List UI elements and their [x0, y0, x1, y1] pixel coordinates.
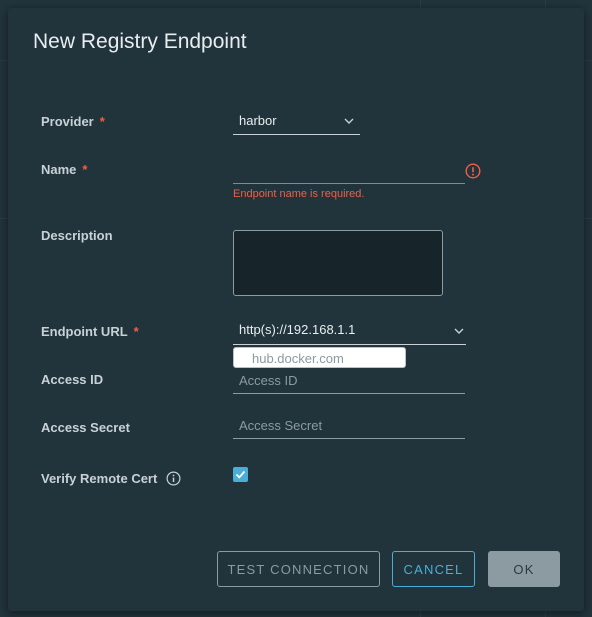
name-input[interactable]: [233, 158, 465, 184]
ok-button[interactable]: OK: [488, 551, 560, 587]
name-label: Name *: [41, 162, 87, 177]
access-id-label-text: Access ID: [41, 372, 104, 387]
name-label-text: Name: [41, 162, 77, 177]
provider-select[interactable]: harbor: [233, 109, 360, 135]
description-label: Description: [41, 228, 113, 243]
verify-cert-label-text: Verify Remote Cert: [41, 471, 158, 486]
test-connection-button[interactable]: TEST CONNECTION: [217, 551, 380, 587]
verify-cert-checkbox[interactable]: [233, 467, 248, 482]
description-textarea[interactable]: [233, 230, 443, 296]
provider-label-text: Provider: [41, 114, 94, 129]
access-id-input[interactable]: [233, 368, 465, 394]
modal-title: New Registry Endpoint: [33, 30, 247, 53]
endpoint-url-combobox[interactable]: http(s)://192.168.1.1: [233, 318, 466, 345]
access-secret-label: Access Secret: [41, 420, 130, 435]
info-circle-icon[interactable]: [166, 471, 181, 486]
checkmark-icon: [235, 470, 246, 479]
provider-label: Provider *: [41, 114, 105, 129]
verify-cert-label: Verify Remote Cert: [41, 471, 157, 486]
endpoint-url-label: Endpoint URL *: [41, 324, 139, 339]
access-secret-input[interactable]: [233, 413, 465, 439]
provider-select-value: harbor: [239, 113, 277, 128]
chevron-down-icon: [344, 118, 354, 124]
chevron-down-icon[interactable]: [452, 324, 466, 338]
access-secret-label-text: Access Secret: [41, 420, 130, 435]
required-mark: *: [82, 162, 88, 177]
required-mark: *: [133, 324, 139, 339]
endpoint-url-label-text: Endpoint URL: [41, 324, 128, 339]
access-id-label: Access ID: [41, 372, 103, 387]
endpoint-url-value: http(s)://192.168.1.1: [239, 322, 356, 337]
required-mark: *: [99, 114, 105, 129]
endpoint-url-suggestion[interactable]: hub.docker.com: [233, 347, 406, 368]
cancel-button[interactable]: CANCEL: [392, 551, 475, 587]
name-error-message: Endpoint name is required.: [233, 188, 365, 200]
description-label-text: Description: [41, 228, 113, 243]
new-registry-endpoint-modal: New Registry Endpoint Provider * harbor N…: [8, 8, 584, 611]
exclamation-circle-icon: [465, 163, 481, 179]
